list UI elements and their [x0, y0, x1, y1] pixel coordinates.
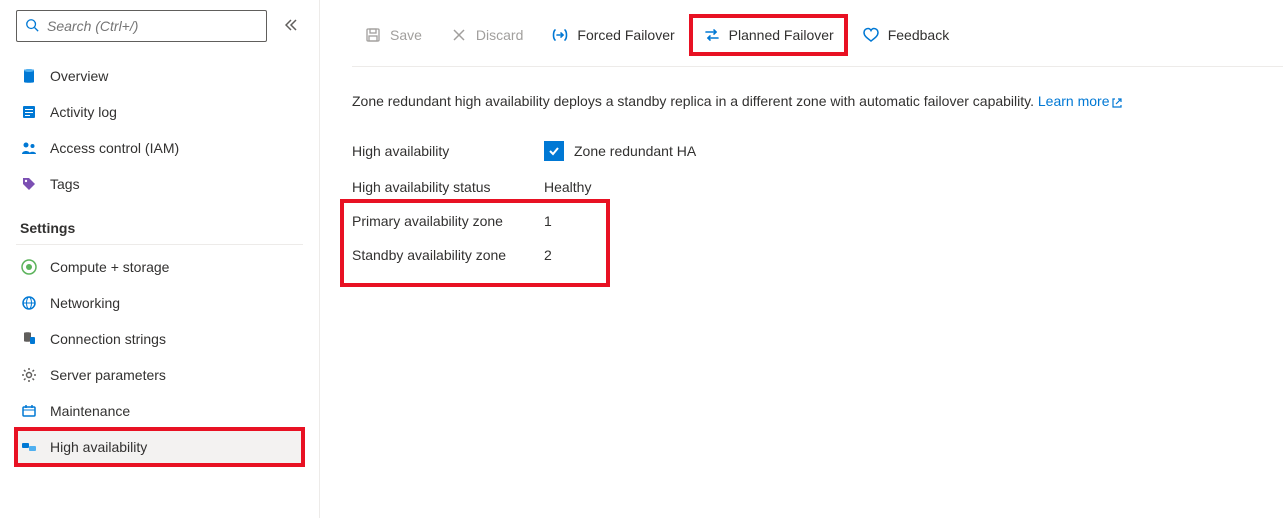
forced-failover-icon: [551, 26, 569, 44]
sidebar-item-label: Server parameters: [50, 367, 166, 383]
standby-zone-value: 2: [544, 247, 552, 263]
activity-log-icon: [20, 103, 38, 121]
primary-zone-label: Primary availability zone: [352, 213, 544, 229]
feedback-button[interactable]: Feedback: [850, 20, 961, 50]
planned-failover-button[interactable]: Planned Failover: [691, 16, 846, 54]
toolbar-label: Save: [390, 27, 422, 43]
server-parameters-icon: [20, 366, 38, 384]
save-button[interactable]: Save: [352, 20, 434, 50]
sidebar-section-settings: Settings: [16, 202, 303, 245]
sidebar-item-label: Connection strings: [50, 331, 166, 347]
sidebar-item-maintenance[interactable]: Maintenance: [16, 393, 303, 429]
save-icon: [364, 26, 382, 44]
sidebar-item-label: Compute + storage: [50, 259, 169, 275]
ha-status-label: High availability status: [352, 179, 544, 195]
sidebar: Overview Activity log Access control (IA…: [0, 0, 320, 518]
sidebar-item-label: Activity log: [50, 104, 117, 120]
search-row: [16, 10, 303, 42]
content-body: Zone redundant high availability deploys…: [352, 67, 1283, 272]
sidebar-item-label: Maintenance: [50, 403, 130, 419]
discard-button[interactable]: Discard: [438, 20, 535, 50]
ha-enabled-label: High availability: [352, 143, 544, 159]
ha-enabled-row: High availability Zone redundant HA: [352, 132, 1259, 170]
checkbox-label: Zone redundant HA: [574, 143, 696, 159]
toolbar-label: Planned Failover: [729, 27, 834, 43]
ha-enabled-value: Zone redundant HA: [544, 141, 696, 161]
description-text: Zone redundant high availability deploys…: [352, 93, 1038, 109]
toolbar: Save Discard Forced Failover Planned Fai…: [352, 0, 1283, 67]
toolbar-label: Feedback: [888, 27, 949, 43]
learn-more-link[interactable]: Learn more: [1038, 93, 1124, 109]
standby-zone-row: Standby availability zone 2: [352, 238, 1259, 272]
toolbar-label: Discard: [476, 27, 523, 43]
sidebar-item-label: High availability: [50, 439, 147, 455]
overview-icon: [20, 67, 38, 85]
discard-icon: [450, 26, 468, 44]
high-availability-icon: [20, 438, 38, 456]
description: Zone redundant high availability deploys…: [352, 91, 1259, 112]
collapse-sidebar-button[interactable]: [279, 13, 303, 40]
networking-icon: [20, 294, 38, 312]
external-link-icon: [1111, 97, 1123, 109]
planned-failover-icon: [703, 26, 721, 44]
sidebar-item-access-control[interactable]: Access control (IAM): [16, 130, 303, 166]
forced-failover-button[interactable]: Forced Failover: [539, 20, 686, 50]
toolbar-label: Forced Failover: [577, 27, 674, 43]
sidebar-item-activity-log[interactable]: Activity log: [16, 94, 303, 130]
primary-zone-row: Primary availability zone 1: [352, 204, 1259, 238]
sidebar-item-networking[interactable]: Networking: [16, 285, 303, 321]
search-icon: [25, 18, 39, 35]
connection-strings-icon: [20, 330, 38, 348]
search-input[interactable]: [47, 18, 258, 34]
sidebar-item-tags[interactable]: Tags: [16, 166, 303, 202]
ha-status-row: High availability status Healthy: [352, 170, 1259, 204]
sidebar-item-high-availability[interactable]: High availability: [16, 429, 303, 465]
sidebar-item-compute-storage[interactable]: Compute + storage: [16, 249, 303, 285]
primary-zone-value: 1: [544, 213, 552, 229]
compute-storage-icon: [20, 258, 38, 276]
main-content: Save Discard Forced Failover Planned Fai…: [320, 0, 1283, 518]
access-control-icon: [20, 139, 38, 157]
maintenance-icon: [20, 402, 38, 420]
sidebar-item-label: Overview: [50, 68, 108, 84]
sidebar-item-server-parameters[interactable]: Server parameters: [16, 357, 303, 393]
search-box[interactable]: [16, 10, 267, 42]
sidebar-item-label: Access control (IAM): [50, 140, 179, 156]
sidebar-item-label: Tags: [50, 176, 80, 192]
zone-redundant-checkbox[interactable]: [544, 141, 564, 161]
standby-zone-label: Standby availability zone: [352, 247, 544, 263]
sidebar-item-connection-strings[interactable]: Connection strings: [16, 321, 303, 357]
ha-status-value: Healthy: [544, 179, 591, 195]
sidebar-item-label: Networking: [50, 295, 120, 311]
sidebar-item-overview[interactable]: Overview: [16, 58, 303, 94]
tags-icon: [20, 175, 38, 193]
feedback-icon: [862, 26, 880, 44]
